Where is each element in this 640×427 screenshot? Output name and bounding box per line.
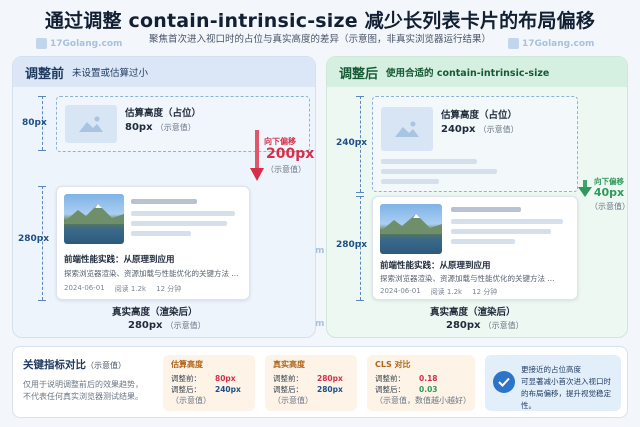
metric-title: CLS 对比 bbox=[375, 360, 411, 369]
metric-title: 估算高度 bbox=[171, 360, 203, 369]
after-placeholder-label: 估算高度（占位） bbox=[441, 110, 518, 121]
metric-estimated-height: 估算高度 调整前： 80px 调整后： 240px （示意值） bbox=[163, 355, 255, 411]
after-article-card[interactable]: 前端性能实践：从原理到应用 探索浏览器渲染、资源加载与性能优化的关键方法 ...… bbox=[372, 196, 578, 300]
card-description: 探索浏览器渲染、资源加载与性能优化的关键方法 ... bbox=[64, 269, 239, 278]
skeleton-bar bbox=[131, 199, 197, 204]
after-subheading: 使用合适的 contain-intrinsic-size bbox=[386, 68, 550, 79]
skeleton-bar bbox=[451, 219, 563, 224]
watermark: 17Golang.com bbox=[508, 38, 594, 49]
card-reads: 阅读 1.2k bbox=[430, 288, 463, 296]
before-shift-value: 200px bbox=[266, 146, 315, 162]
after-actual-value-row: 280px （示意值） bbox=[446, 320, 524, 331]
after-shift-value: 40px bbox=[593, 186, 625, 199]
dim-tick bbox=[38, 300, 46, 301]
after-actual-label: 真实高度（渲染后） bbox=[430, 307, 516, 318]
before-placeholder-dim: 80px bbox=[22, 118, 47, 128]
conclusion-text: 更接近的占位高度 可显著减小首次进入视口时 的布局偏移，提升视觉稳定性。 bbox=[521, 365, 611, 410]
card-title: 前端性能实践：从原理到应用 bbox=[64, 255, 175, 265]
check-circle-icon bbox=[493, 371, 515, 393]
skeleton-bar bbox=[131, 211, 235, 216]
watermark: 17Golang.com bbox=[36, 38, 122, 49]
card-meta: 2024-06-01 阅读 1.2k 12 分钟 bbox=[64, 284, 181, 294]
before-placeholder-label: 估算高度（占位） bbox=[125, 108, 202, 119]
card-meta: 2024-06-01 阅读 1.2k 12 分钟 bbox=[380, 287, 497, 297]
skeleton-bar bbox=[451, 239, 515, 244]
page-title: 通过调整 contain-intrinsic-size 减少长列表卡片的布局偏移 bbox=[44, 10, 596, 32]
after-placeholder-value-row: 240px （示意值） bbox=[441, 124, 519, 135]
watermark-logo-icon bbox=[508, 38, 519, 49]
card-time: 12 分钟 bbox=[156, 285, 182, 293]
shift-down-arrow-icon bbox=[250, 130, 264, 181]
before-subheading: 未设置或估算过小 bbox=[72, 68, 149, 79]
image-placeholder-icon bbox=[65, 105, 117, 143]
skeleton-bar bbox=[451, 207, 521, 212]
skeleton-bar bbox=[131, 221, 227, 226]
before-actual-label: 真实高度（渲染后） bbox=[112, 307, 198, 318]
after-heading: 调整后 bbox=[339, 66, 379, 82]
image-placeholder-icon bbox=[381, 107, 433, 151]
metrics-desc-2: 不代表任何真实浏览器测试结果。 bbox=[23, 392, 143, 401]
card-title: 前端性能实践：从原理到应用 bbox=[380, 261, 491, 271]
after-placeholder-box: 估算高度（占位） 240px （示意值） bbox=[372, 96, 578, 192]
metrics-heading: 关键指标对比（示意值） bbox=[23, 359, 126, 371]
watermark-logo-icon bbox=[36, 38, 47, 49]
conclusion-box: 更接近的占位高度 可显著减小首次进入视口时 的布局偏移，提升视觉稳定性。 bbox=[485, 355, 621, 411]
before-actual-value-row: 280px （示意值） bbox=[128, 320, 206, 331]
card-date: 2024-06-01 bbox=[64, 284, 105, 292]
skeleton-bar bbox=[381, 179, 439, 184]
shift-down-arrow-icon bbox=[578, 180, 592, 197]
card-date: 2024-06-01 bbox=[380, 287, 421, 295]
before-article-card[interactable]: 前端性能实践：从原理到应用 探索浏览器渲染、资源加载与性能优化的关键方法 ...… bbox=[56, 186, 250, 300]
metric-actual-height: 真实高度 调整前： 280px 调整后： 280px （示意值） bbox=[265, 355, 357, 411]
skeleton-bar bbox=[381, 169, 497, 174]
after-panel-header: 调整后 使用合适的 contain-intrinsic-size bbox=[327, 57, 627, 87]
dim-tick bbox=[38, 150, 46, 151]
metrics-section: 关键指标对比（示意值） 仅用于说明调整前后的效果趋势， 不代表任何真实浏览器测试… bbox=[12, 346, 628, 418]
before-heading: 调整前 bbox=[25, 66, 65, 82]
before-shift-note: （示意值） bbox=[266, 165, 306, 174]
metric-title: 真实高度 bbox=[273, 360, 305, 369]
card-reads: 阅读 1.2k bbox=[114, 285, 147, 293]
dim-tick bbox=[356, 300, 364, 301]
skeleton-bar bbox=[131, 231, 191, 236]
metrics-desc-1: 仅用于说明调整前后的效果趋势， bbox=[23, 380, 143, 389]
card-time: 12 分钟 bbox=[472, 288, 498, 296]
card-description: 探索浏览器渲染、资源加载与性能优化的关键方法 ... bbox=[380, 274, 555, 283]
after-card-dim: 280px bbox=[336, 240, 368, 250]
metric-cls: CLS 对比 调整前： 0.18 调整后： 0.03 （示意值，数值越小越好） bbox=[367, 355, 475, 411]
before-card-dim: 280px bbox=[18, 234, 50, 244]
card-thumbnail bbox=[380, 204, 442, 254]
after-placeholder-dim: 240px bbox=[336, 138, 368, 148]
dim-tick bbox=[356, 192, 364, 193]
before-placeholder-value-row: 80px （示意值） bbox=[125, 122, 196, 133]
skeleton-bar bbox=[451, 229, 551, 234]
skeleton-bar bbox=[381, 159, 477, 164]
before-panel-header: 调整前 未设置或估算过小 bbox=[13, 57, 315, 87]
after-shift-note: （示意值） bbox=[590, 202, 630, 211]
card-thumbnail bbox=[64, 194, 124, 244]
